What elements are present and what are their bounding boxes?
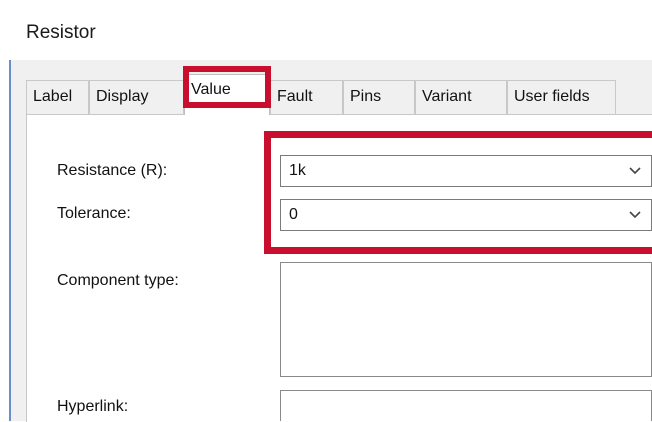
- tab-label[interactable]: Label: [26, 80, 89, 114]
- tab-pins[interactable]: Pins: [343, 80, 415, 114]
- hyperlink-input[interactable]: [280, 390, 652, 421]
- component-type-textarea[interactable]: [280, 262, 652, 377]
- tab-fault[interactable]: Fault: [270, 80, 343, 114]
- component-type-label: Component type:: [57, 272, 179, 289]
- tab-display[interactable]: Display: [89, 80, 184, 114]
- window-title: Resistor: [26, 22, 96, 43]
- fields-highlight-box: [264, 131, 652, 254]
- tab-variant[interactable]: Variant: [415, 80, 507, 114]
- tab-user-fields[interactable]: User fields: [507, 80, 616, 114]
- resistance-label: Resistance (R):: [57, 162, 168, 179]
- hyperlink-label: Hyperlink:: [57, 398, 129, 415]
- tab-highlight-box: [183, 66, 271, 108]
- tolerance-label: Tolerance:: [57, 205, 131, 222]
